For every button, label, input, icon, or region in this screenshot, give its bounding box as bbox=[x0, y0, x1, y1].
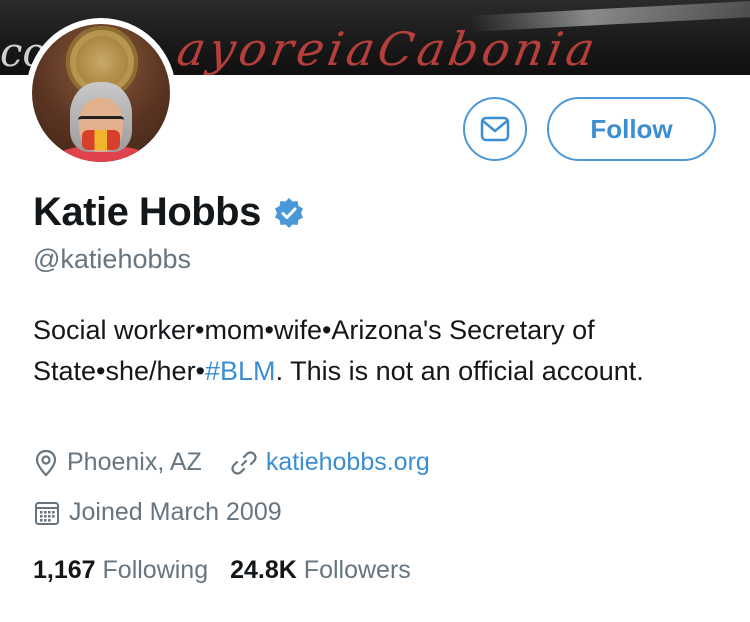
following-label: Following bbox=[102, 556, 209, 584]
calendar-icon bbox=[35, 501, 59, 525]
verified-badge-icon bbox=[273, 197, 305, 229]
followers-stat[interactable]: 24.8K Followers bbox=[230, 556, 411, 585]
banner-script-lettering: ayoreiaCabonia bbox=[173, 22, 603, 75]
joined-item: Joined March 2009 bbox=[33, 498, 282, 527]
following-stat[interactable]: 1,167 Following bbox=[33, 556, 208, 585]
location-text: Phoenix, AZ bbox=[67, 448, 202, 476]
hashtag-link[interactable]: #BLM bbox=[205, 356, 276, 386]
message-button[interactable] bbox=[463, 97, 527, 161]
avatar-photo bbox=[32, 24, 170, 162]
avatar-mask bbox=[82, 130, 120, 150]
user-handle: @katiehobbs bbox=[33, 244, 192, 274]
link-icon bbox=[231, 450, 257, 475]
joined-text: Joined March 2009 bbox=[69, 498, 282, 526]
bio-text-end: . This is not an official account. bbox=[275, 356, 644, 386]
display-name: Katie Hobbs bbox=[33, 190, 261, 234]
profile-meta-row: Phoenix, AZ katiehobbs.org bbox=[33, 448, 458, 477]
joined-row: Joined March 2009 bbox=[33, 498, 310, 527]
location-pin-icon bbox=[35, 449, 57, 477]
followers-count: 24.8K bbox=[230, 556, 297, 584]
website-link[interactable]: katiehobbs.org bbox=[266, 448, 430, 477]
follow-button[interactable]: Follow bbox=[547, 97, 716, 161]
location-item: Phoenix, AZ bbox=[33, 448, 202, 477]
profile-bio: Social worker•mom•wife•Arizona's Secreta… bbox=[33, 310, 713, 392]
followers-label: Followers bbox=[303, 556, 411, 584]
following-count: 1,167 bbox=[33, 556, 96, 584]
profile-avatar[interactable] bbox=[26, 18, 176, 168]
envelope-icon bbox=[480, 116, 510, 142]
follow-stats: 1,167 Following 24.8K Followers bbox=[33, 556, 433, 585]
website-item[interactable]: katiehobbs.org bbox=[230, 448, 430, 477]
name-row: Katie Hobbs bbox=[33, 190, 305, 235]
avatar-glasses bbox=[78, 116, 124, 129]
